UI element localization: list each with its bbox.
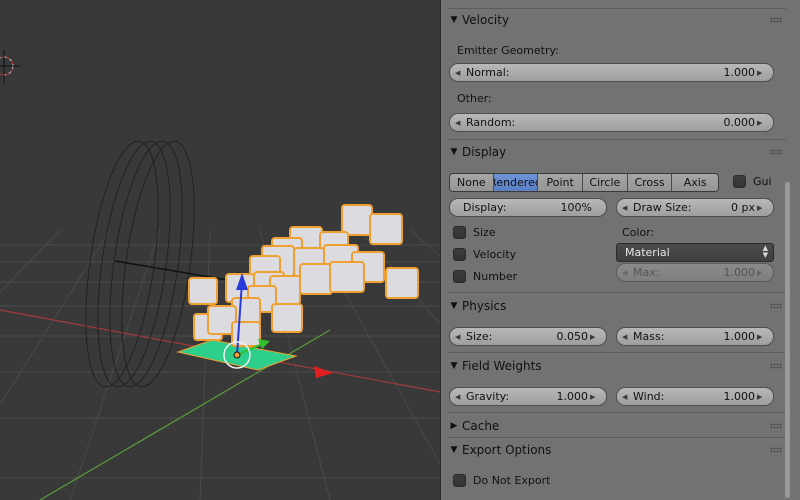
collapse-triangle-icon: ▼ (450, 301, 458, 311)
particle-mass-field[interactable]: ◀ Mass: 1.000 ▶ (616, 327, 774, 346)
emitter-geometry-label: Emitter Geometry: (457, 44, 559, 57)
checkbox-box[interactable] (453, 248, 466, 261)
particles[interactable] (188, 204, 419, 347)
decrement-arrow-icon[interactable]: ◀ (455, 333, 463, 341)
color-select[interactable]: Material ▲ ▼ (616, 243, 774, 262)
decrement-arrow-icon[interactable]: ◀ (455, 393, 463, 401)
increment-arrow-icon[interactable]: ▶ (757, 333, 765, 341)
display-mode-cross[interactable]: Cross (627, 174, 673, 191)
velocity-checkbox[interactable]: Velocity (453, 248, 516, 261)
display-mode-point[interactable]: Point (538, 174, 584, 191)
normal-velocity-field[interactable]: ◀ Normal: 1.000 ▶ (449, 63, 774, 82)
max-field: ◀ Max: 1.000 ▶ (616, 263, 774, 282)
grip-icon[interactable] (770, 447, 782, 453)
panel-divider (447, 352, 786, 353)
panel-divider (447, 412, 786, 413)
decrement-arrow-icon[interactable]: ◀ (455, 119, 463, 127)
color-label: Color: (622, 226, 655, 239)
display-mode-axis[interactable]: Axis (672, 174, 718, 191)
panel-header-cache[interactable]: ▶ Cache (447, 415, 786, 437)
panel-title: Cache (462, 419, 500, 433)
checkbox-box[interactable] (453, 474, 466, 487)
decrement-arrow-icon[interactable]: ◀ (455, 69, 463, 77)
panel-title: Velocity (462, 13, 510, 27)
increment-arrow-icon[interactable]: ▶ (757, 119, 765, 127)
other-label: Other: (457, 92, 492, 105)
collapse-triangle-icon: ▼ (450, 15, 458, 25)
gravity-weight-field[interactable]: ◀ Gravity: 1.000 ▶ (449, 387, 607, 406)
particle-size-field[interactable]: ◀ Size: 0.050 ▶ (449, 327, 607, 346)
panel-title: Field Weights (462, 359, 542, 373)
increment-arrow-icon[interactable]: ▶ (757, 393, 765, 401)
increment-arrow-icon[interactable]: ▶ (757, 204, 765, 212)
do-not-export-checkbox[interactable]: Do Not Export (453, 474, 550, 487)
properties-scrollbar[interactable] (785, 182, 790, 498)
increment-arrow-icon: ▶ (757, 268, 763, 277)
panel-header-velocity[interactable]: ▼ Velocity (447, 9, 786, 31)
panel-header-display[interactable]: ▼ Display (447, 141, 786, 163)
display-mode-selector[interactable]: None Rendered Point Circle Cross Axis (449, 173, 719, 192)
increment-arrow-icon[interactable]: ▶ (590, 333, 598, 341)
expand-triangle-icon: ▶ (450, 421, 458, 431)
collapse-triangle-icon: ▼ (450, 147, 458, 157)
decrement-arrow-icon: ◀ (622, 268, 628, 277)
grip-icon[interactable] (770, 149, 782, 155)
collapse-triangle-icon: ▼ (450, 445, 458, 455)
grip-icon[interactable] (770, 17, 782, 23)
properties-editor[interactable]: ▼ Velocity Emitter Geometry: ◀ Normal: 1… (440, 0, 800, 500)
checkbox-box[interactable] (453, 270, 466, 283)
grip-icon[interactable] (770, 303, 782, 309)
panel-title: Export Options (462, 443, 552, 457)
display-percent-field[interactable]: Display: 100% (449, 198, 607, 217)
draw-size-field[interactable]: ◀ Draw Size: 0 px ▶ (616, 198, 774, 217)
collapse-triangle-icon: ▼ (450, 361, 458, 371)
panel-header-physics[interactable]: ▼ Physics (447, 295, 786, 317)
panel-header-field-weights[interactable]: ▼ Field Weights (447, 355, 786, 377)
grip-icon[interactable] (770, 363, 782, 369)
gui-checkbox[interactable]: Gui (733, 175, 772, 188)
3d-viewport[interactable] (0, 0, 440, 500)
viewport-scene (0, 50, 440, 500)
panel-title: Display (462, 145, 507, 159)
display-mode-none[interactable]: None (450, 174, 494, 191)
decrement-arrow-icon[interactable]: ◀ (622, 333, 630, 341)
panel-title: Physics (462, 299, 507, 313)
display-mode-circle[interactable]: Circle (583, 174, 628, 191)
display-mode-rendered[interactable]: Rendered (493, 174, 539, 191)
select-arrows-icon: ▲ ▼ (762, 244, 768, 259)
decrement-arrow-icon[interactable]: ◀ (622, 204, 630, 212)
3d-cursor-icon[interactable] (0, 50, 20, 84)
number-checkbox[interactable]: Number (453, 270, 517, 283)
checkbox-box[interactable] (733, 175, 746, 188)
wind-weight-field[interactable]: ◀ Wind: 1.000 ▶ (616, 387, 774, 406)
checkbox-box[interactable] (453, 226, 466, 239)
panel-header-export-options[interactable]: ▼ Export Options (447, 439, 786, 461)
panel-divider (447, 292, 786, 293)
panel-divider (447, 139, 786, 140)
decrement-arrow-icon[interactable]: ◀ (622, 393, 630, 401)
size-checkbox[interactable]: Size (453, 226, 496, 239)
increment-arrow-icon[interactable]: ▶ (757, 69, 765, 77)
increment-arrow-icon[interactable]: ▶ (590, 393, 598, 401)
random-velocity-field[interactable]: ◀ Random: 0.000 ▶ (449, 113, 774, 132)
grip-icon[interactable] (770, 423, 782, 429)
panel-divider (447, 437, 786, 438)
